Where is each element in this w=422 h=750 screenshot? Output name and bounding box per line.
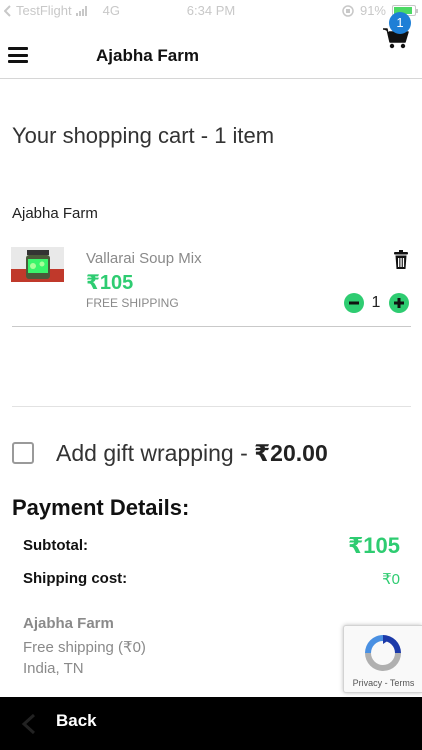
hamburger-menu-icon[interactable] (8, 47, 28, 63)
gift-wrap-text: Add gift wrapping - (56, 440, 255, 466)
shipping-cost-label: Shipping cost: (23, 570, 128, 587)
cart-title: Your shopping cart - 1 item (12, 123, 275, 148)
gift-wrap-checkbox[interactable] (12, 442, 34, 464)
product-name[interactable]: Vallarai Soup Mix (86, 250, 202, 267)
app-header: Ajabha Farm (0, 22, 422, 79)
trash-icon[interactable] (393, 250, 409, 270)
status-bar: TestFlight 4G 6:34 PM 91% (0, 0, 422, 22)
back-button[interactable]: Back (0, 697, 160, 750)
chevron-left-icon (21, 713, 36, 735)
shipping-cost-value: ₹0 (382, 571, 400, 588)
section-divider (12, 406, 411, 407)
seller-shipping: Free shipping (₹0) (23, 639, 146, 656)
plus-circle-icon[interactable] (389, 293, 409, 313)
item-divider (12, 326, 411, 327)
payment-details-title: Payment Details: (12, 495, 190, 520)
recaptcha-icon (365, 635, 401, 671)
back-label: Back (56, 711, 97, 730)
product-thumbnail[interactable] (11, 247, 64, 282)
page-title: Ajabha Farm (96, 46, 199, 65)
minus-circle-icon[interactable] (344, 293, 364, 313)
recaptcha-links[interactable]: Privacy - Terms (344, 678, 422, 688)
orientation-lock-icon (342, 4, 354, 17)
gift-wrap-label[interactable]: Add gift wrapping - ₹20.00 (56, 440, 328, 467)
gift-wrap-price: ₹20.00 (254, 440, 328, 466)
store-name: Ajabha Farm (12, 205, 98, 222)
cart-count-badge: 1 (389, 12, 411, 34)
subtotal-label: Subtotal: (23, 537, 88, 554)
seller-name: Ajabha Farm (23, 615, 114, 632)
seller-location: India, TN (23, 660, 84, 677)
product-shipping: FREE SHIPPING (86, 296, 179, 310)
battery-percent: 91% (359, 3, 386, 18)
bottom-bar: Back (0, 697, 422, 750)
subtotal-value: ₹105 (347, 533, 400, 558)
recaptcha-badge[interactable]: Privacy - Terms (343, 625, 422, 693)
product-price: ₹105 (86, 272, 134, 294)
quantity-value: 1 (371, 294, 381, 311)
